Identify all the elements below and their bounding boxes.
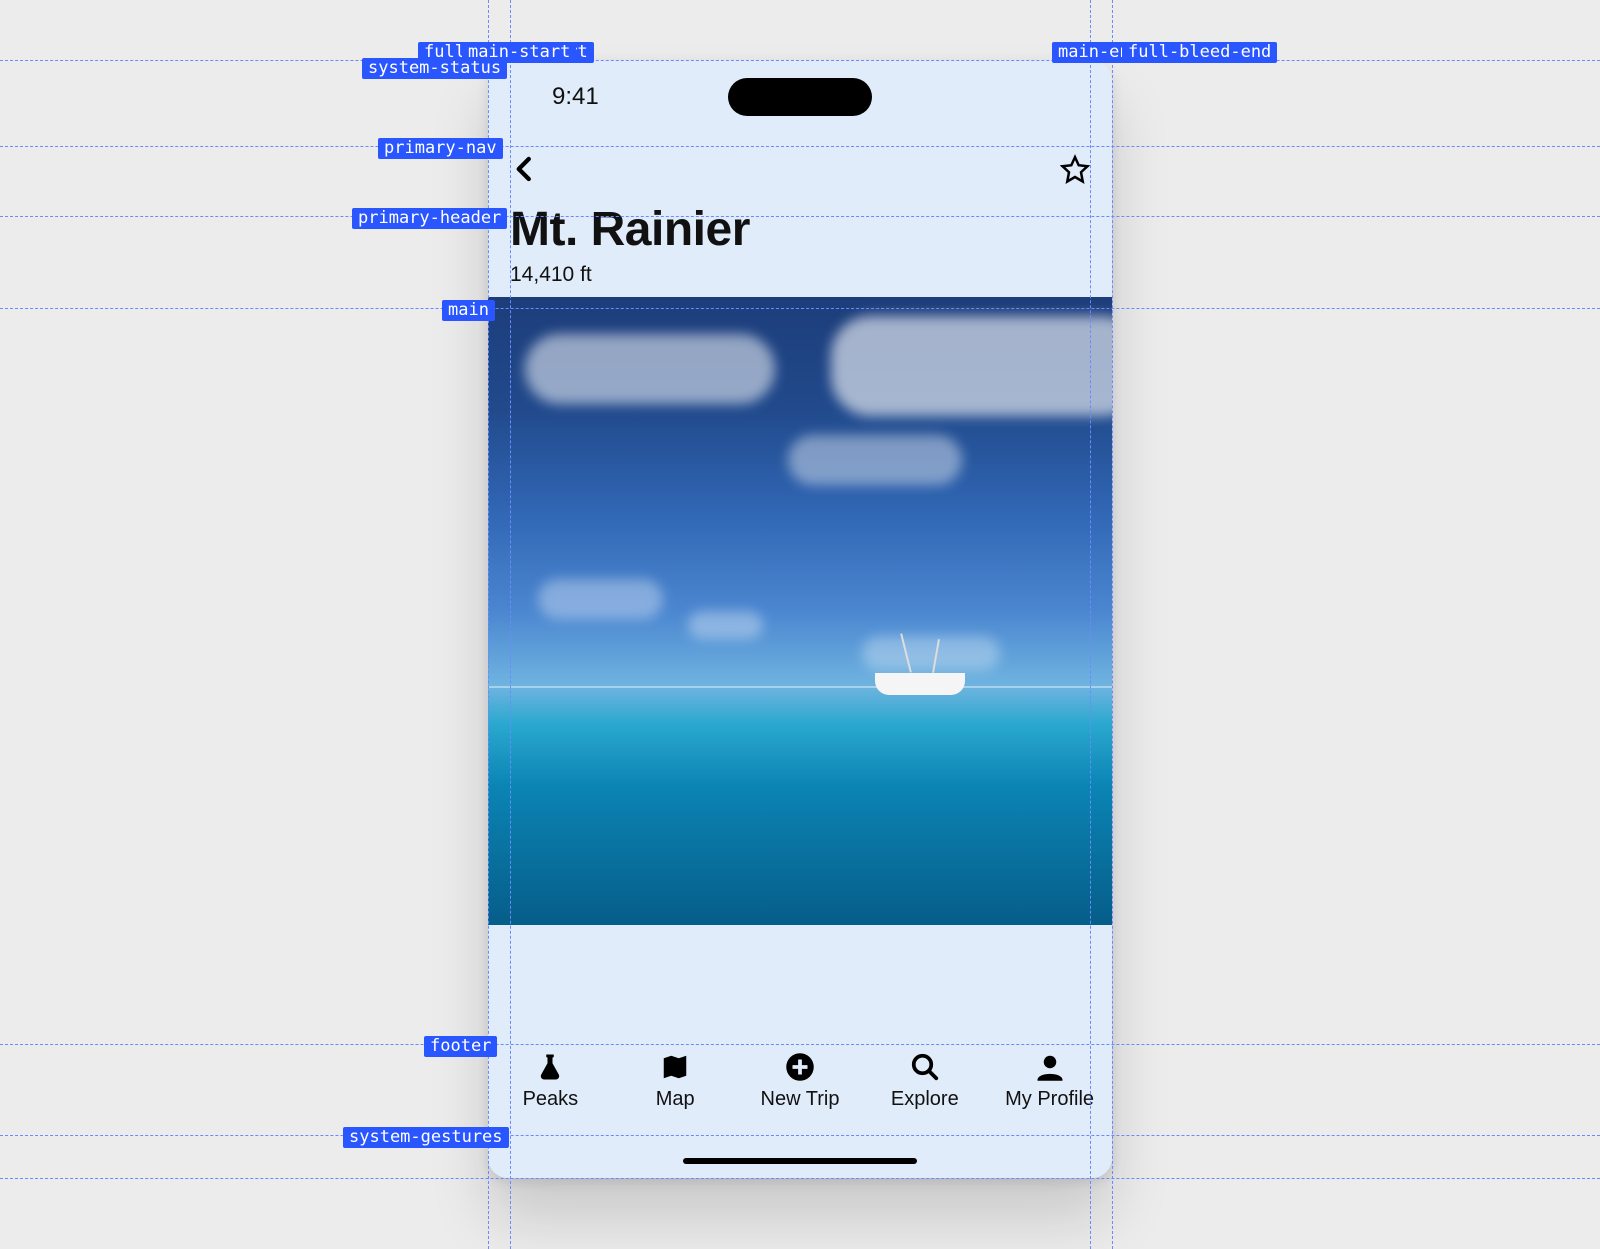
back-button[interactable] [510, 154, 540, 184]
home-indicator[interactable] [683, 1158, 917, 1164]
cloud-decoration [788, 435, 963, 485]
primary-header: Mt. Rainier 14,410 ft [488, 204, 1112, 297]
tag-primary-nav: primary-nav [378, 138, 503, 159]
guide-system-status-top [0, 60, 1600, 61]
boat-decoration [875, 655, 965, 695]
guide-full-bleed-end [1112, 0, 1113, 1249]
star-outline-icon [1060, 154, 1090, 184]
tab-my-profile[interactable]: My Profile [987, 1052, 1112, 1178]
tab-peaks[interactable]: Peaks [488, 1052, 613, 1178]
tab-label: New Trip [761, 1088, 840, 1111]
tag-main: main [442, 300, 495, 321]
page-subtitle: 14,410 ft [510, 263, 1090, 287]
tab-label: Peaks [523, 1088, 579, 1111]
guide-footer-top [0, 1044, 1600, 1045]
primary-nav [488, 134, 1112, 204]
guide-primary-nav-top [0, 146, 1600, 147]
tab-label: Map [656, 1088, 695, 1111]
search-icon [910, 1052, 940, 1082]
person-icon [1035, 1052, 1065, 1082]
tag-system-gestures: system-gestures [343, 1127, 509, 1148]
status-time: 9:41 [552, 83, 599, 111]
favorite-button[interactable] [1060, 154, 1090, 184]
guide-primary-header-top [0, 216, 1600, 217]
page-title: Mt. Rainier [510, 204, 1090, 257]
add-circle-icon [785, 1052, 815, 1082]
guide-system-gestures-top [0, 1135, 1600, 1136]
tag-full-bleed-end: full-bleed-end [1122, 42, 1277, 63]
tag-footer: footer [424, 1036, 497, 1057]
flask-icon [535, 1052, 565, 1082]
tab-bar: Peaks Map New Trip Explore My Profile [488, 1042, 1112, 1178]
guide-main-start [510, 0, 511, 1249]
tag-primary-header: primary-header [352, 208, 507, 229]
guide-bottom-edge [0, 1178, 1600, 1179]
chevron-left-icon [510, 154, 540, 184]
tag-system-status: system-status [362, 58, 507, 79]
device-frame: 9:41 Mt. Rainier 14,410 ft [488, 60, 1112, 1178]
map-icon [660, 1052, 690, 1082]
guide-main-end [1090, 0, 1091, 1249]
cloud-decoration [525, 334, 775, 404]
guide-full-bleed-start [488, 0, 489, 1249]
guide-main-top [0, 308, 1600, 309]
dynamic-island [728, 78, 872, 116]
hero-image [488, 297, 1112, 925]
tab-label: Explore [891, 1088, 959, 1111]
cloud-decoration [688, 611, 763, 639]
cloud-decoration [831, 316, 1112, 416]
status-bar: 9:41 [488, 60, 1112, 134]
horizon-line [488, 686, 1112, 688]
tab-label: My Profile [1005, 1088, 1094, 1111]
cloud-decoration [538, 579, 663, 619]
